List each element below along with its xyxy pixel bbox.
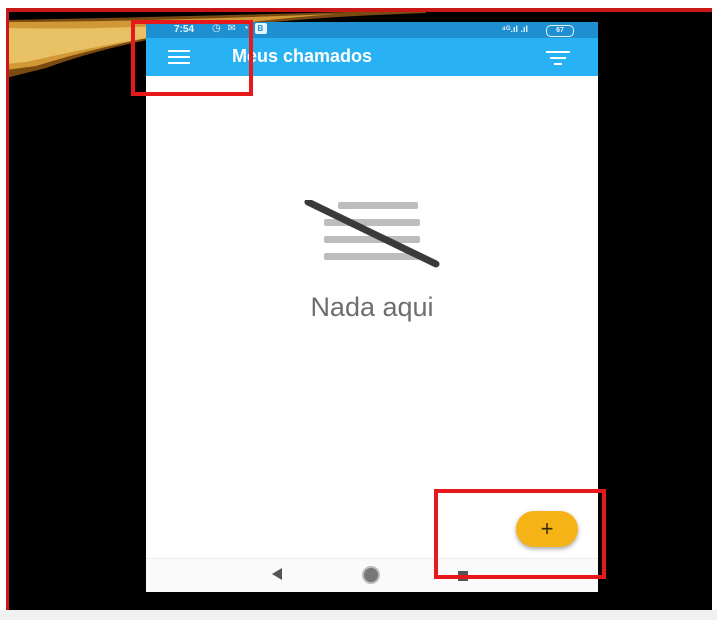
home-icon[interactable]	[364, 568, 378, 582]
footer-strip	[0, 610, 717, 620]
highlight-box-add-button	[434, 489, 606, 579]
slide-top-border	[6, 8, 712, 12]
battery-icon: 67	[546, 25, 574, 37]
no-content-icon	[304, 200, 440, 268]
filter-icon[interactable]	[546, 51, 570, 65]
highlight-box-menu	[131, 20, 253, 96]
back-icon[interactable]	[272, 568, 282, 580]
slide-left-border	[6, 8, 9, 610]
signal-icon: ⁴ᴳ.ıl .ıl	[501, 24, 528, 34]
page-title: Meus chamados	[232, 46, 373, 66]
notification-badge: B	[255, 23, 268, 34]
empty-state-text: Nada aqui	[310, 292, 434, 322]
